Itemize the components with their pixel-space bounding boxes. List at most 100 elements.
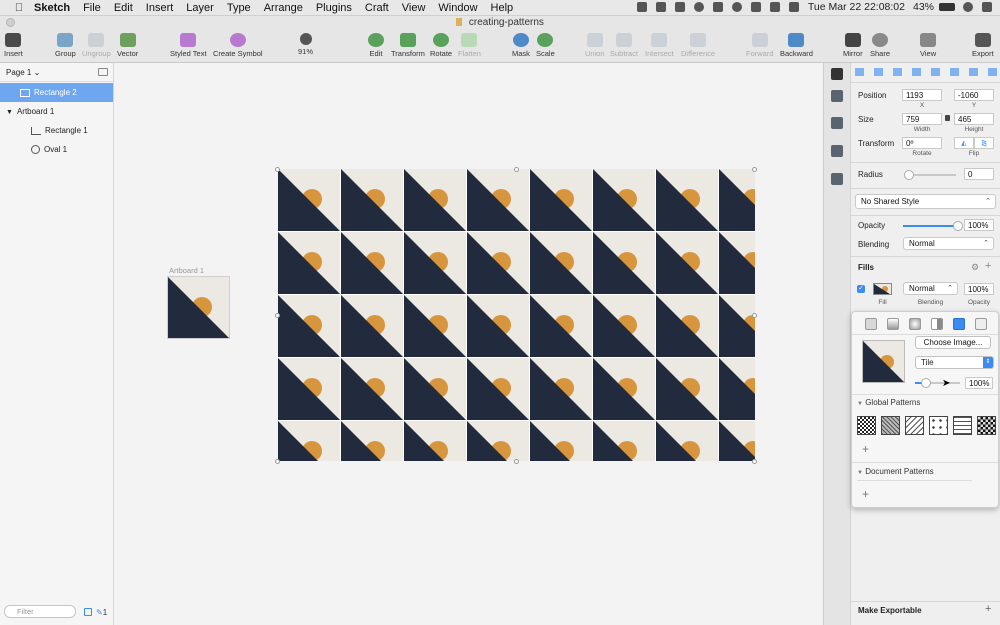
add-global-pattern-plus-icon[interactable]: + xyxy=(862,442,869,456)
pattern-fill-rectangle[interactable] xyxy=(278,169,755,461)
export-button[interactable]: Export xyxy=(972,33,994,58)
create-symbol-button[interactable]: Create Symbol xyxy=(213,33,263,58)
fill-enabled-checkbox[interactable]: ✓ xyxy=(857,285,865,293)
global-pattern-swatch[interactable] xyxy=(953,416,972,435)
menu-craft[interactable]: Craft xyxy=(365,2,389,14)
inspector-tab-icon[interactable] xyxy=(831,173,843,185)
add-document-pattern-plus-icon[interactable]: + xyxy=(862,487,869,501)
make-exportable-label[interactable]: Make Exportable xyxy=(858,606,922,615)
menu-arrange[interactable]: Arrange xyxy=(264,2,303,14)
blending-select[interactable]: Normal xyxy=(903,237,994,250)
group-button[interactable]: Group xyxy=(55,33,76,58)
flip-horizontal-button[interactable]: ◭ xyxy=(954,137,974,149)
wifi-icon[interactable] xyxy=(731,2,742,12)
resize-handle[interactable] xyxy=(514,167,519,172)
tray-app-icon[interactable] xyxy=(693,2,704,12)
spotlight-icon[interactable] xyxy=(963,2,973,12)
toggle-inspector-icon[interactable] xyxy=(831,68,843,80)
apple-icon[interactable]:  xyxy=(12,2,26,14)
scale-button[interactable]: Scale xyxy=(536,33,555,58)
menu-plugins[interactable]: Plugins xyxy=(316,2,352,14)
layer-artboard-1[interactable]: ▼ Artboard 1 xyxy=(0,102,113,121)
align-right-icon[interactable] xyxy=(893,68,902,76)
opacity-field[interactable]: 100% xyxy=(964,219,994,231)
mirror-button[interactable]: Mirror xyxy=(843,33,863,58)
resize-handle[interactable] xyxy=(752,459,757,464)
pattern-image-preview[interactable] xyxy=(862,340,905,383)
forward-button[interactable]: Forward xyxy=(746,33,774,58)
resize-handle[interactable] xyxy=(752,313,757,318)
radius-slider[interactable] xyxy=(904,170,956,180)
view-button[interactable]: View xyxy=(920,33,936,58)
volume-icon[interactable] xyxy=(788,2,799,12)
artboard-label[interactable]: Artboard 1 xyxy=(169,266,204,275)
window-close-button[interactable] xyxy=(6,18,15,27)
document-patterns-toggle[interactable]: ▼ Document Patterns xyxy=(857,467,934,476)
global-pattern-swatch[interactable] xyxy=(929,416,948,435)
resize-handle[interactable] xyxy=(275,167,280,172)
styled-text-button[interactable]: Styled Text xyxy=(170,33,207,58)
zoom-control[interactable]: 91% xyxy=(298,33,313,56)
align-top-icon[interactable] xyxy=(931,68,940,76)
layer-oval-1[interactable]: Oval 1 xyxy=(0,140,113,159)
radial-gradient-icon[interactable] xyxy=(909,318,921,330)
global-pattern-swatch[interactable] xyxy=(905,416,924,435)
shared-style-select[interactable]: No Shared Style xyxy=(855,194,996,209)
battery-icon[interactable] xyxy=(939,3,955,11)
difference-button[interactable]: Difference xyxy=(681,33,715,58)
edit-pen-icon[interactable]: ✎1 xyxy=(96,608,107,617)
align-left-icon[interactable] xyxy=(855,68,864,76)
lock-icon[interactable] xyxy=(945,115,950,121)
resize-handle[interactable] xyxy=(275,313,280,318)
opacity-slider[interactable] xyxy=(903,221,963,231)
linear-gradient-icon[interactable] xyxy=(887,318,899,330)
tray-app-icon[interactable] xyxy=(674,2,685,12)
layer-filter-input[interactable]: Filter xyxy=(4,605,76,618)
canvas[interactable]: Artboard 1 xyxy=(115,63,823,625)
battery-percent[interactable]: 43% xyxy=(913,1,934,13)
global-patterns-toggle[interactable]: ▼ Global Patterns xyxy=(857,398,920,407)
mask-button[interactable]: Mask xyxy=(512,33,530,58)
intersect-button[interactable]: Intersect xyxy=(645,33,674,58)
menu-file[interactable]: File xyxy=(83,2,101,14)
insert-button[interactable]: Insert xyxy=(4,33,23,58)
inspector-tab-icon[interactable] xyxy=(831,117,843,129)
transform-button[interactable]: Transform xyxy=(391,33,425,58)
copy-icon[interactable] xyxy=(84,608,92,616)
ungroup-button[interactable]: Ungroup xyxy=(82,33,111,58)
menu-window[interactable]: Window xyxy=(438,2,477,14)
radius-slider-knob[interactable] xyxy=(904,170,914,180)
global-pattern-swatch[interactable] xyxy=(857,416,876,435)
global-pattern-swatch[interactable] xyxy=(881,416,900,435)
width-field[interactable]: 759 xyxy=(902,113,942,125)
bluetooth-icon[interactable] xyxy=(769,2,780,12)
opacity-slider-knob[interactable] xyxy=(953,221,963,231)
add-export-plus-icon[interactable]: + xyxy=(985,603,991,615)
tray-app-icon[interactable] xyxy=(636,2,647,12)
menu-view[interactable]: View xyxy=(402,2,426,14)
fill-opacity-field[interactable]: 100% xyxy=(964,283,994,295)
inspector-tab-icon[interactable] xyxy=(831,90,843,102)
menu-app[interactable]: Sketch xyxy=(34,2,70,14)
menubar-clock[interactable]: Tue Mar 22 22:08:02 xyxy=(808,1,905,13)
layer-rectangle-1[interactable]: Rectangle 1 xyxy=(0,121,113,140)
resize-handle[interactable] xyxy=(275,459,280,464)
pattern-scale-slider[interactable] xyxy=(915,378,960,388)
artboard-1[interactable] xyxy=(167,276,230,339)
menu-insert[interactable]: Insert xyxy=(146,2,174,14)
flip-vertical-button[interactable]: ⧎ xyxy=(974,137,994,149)
fill-settings-gear-icon[interactable]: ⚙ xyxy=(971,262,979,273)
airplay-icon[interactable] xyxy=(750,2,761,12)
dropbox-icon[interactable] xyxy=(655,2,666,12)
pattern-scale-field[interactable]: 100% xyxy=(965,377,993,389)
notification-center-icon[interactable] xyxy=(982,2,992,12)
backward-button[interactable]: Backward xyxy=(780,33,813,58)
align-center-icon[interactable] xyxy=(874,68,883,76)
share-button[interactable]: Share xyxy=(870,33,890,58)
collapse-pages-icon[interactable] xyxy=(98,68,108,76)
vector-button[interactable]: Vector xyxy=(117,33,138,58)
angular-gradient-icon[interactable] xyxy=(931,318,943,330)
distribute-vertical-icon[interactable] xyxy=(988,68,997,76)
fill-swatch[interactable] xyxy=(873,283,892,295)
disclosure-triangle-icon[interactable]: ▼ xyxy=(6,109,13,116)
